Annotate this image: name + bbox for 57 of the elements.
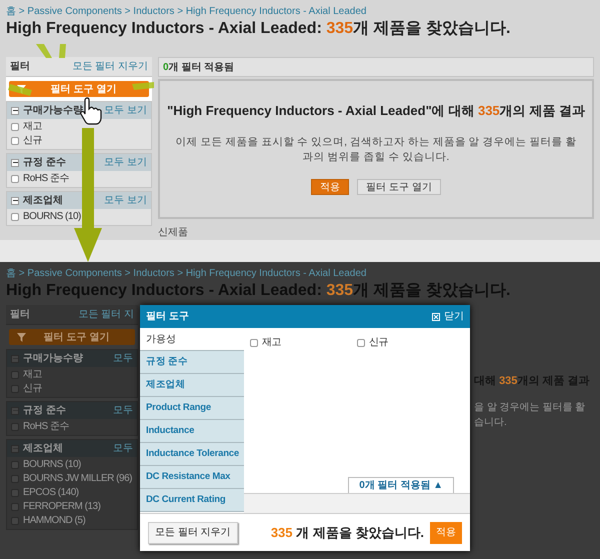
results-text: 과의 범위를 좁힐 수 있습니다. bbox=[302, 150, 450, 164]
option-label: EPCOS (140) bbox=[23, 488, 79, 498]
section-title: 제조업체 bbox=[23, 194, 64, 208]
option-label: 신규 bbox=[23, 384, 42, 394]
apply-button[interactable]: 적용 bbox=[430, 522, 462, 544]
applied-filters-tab[interactable]: 0개 필터 적용됨 ▲ bbox=[348, 477, 454, 493]
section-heading: 신제품 bbox=[158, 226, 189, 240]
results-text: 이제 모든 제품을 표시할 수 있으며, 검색하고자 하는 제품을 알 경우에는 필터를 활 bbox=[176, 134, 576, 150]
option-label: FERROPERM (13) bbox=[23, 502, 100, 512]
results-count: 335 개 제품을 찾았습니다. bbox=[270, 524, 424, 542]
option-label: 재고 bbox=[262, 338, 281, 348]
option-label: 신규 bbox=[369, 338, 388, 348]
apply-button[interactable]: 적용 bbox=[311, 178, 350, 194]
applied-filters-label: 0개 필터 적용됨 bbox=[163, 60, 234, 74]
dialog-title: 필터 도구 bbox=[146, 310, 189, 324]
option-label: 신규 bbox=[23, 136, 42, 146]
section-title: 규정 준수 bbox=[23, 404, 67, 418]
breadcrumb[interactable]: 홈 > Passive Components > Inductors > High Frequency Inductors - Axial Leaded bbox=[6, 266, 594, 281]
sidebar-title: 필터 bbox=[10, 60, 30, 74]
page-title: High Frequency Inductors - Axial Leaded: 335개 제품을 찾았습니다. bbox=[6, 19, 512, 39]
sidebar-title: 필터 bbox=[10, 308, 30, 322]
filter-category-tab[interactable]: 제조업체 bbox=[140, 374, 244, 397]
option-label: BOURNS JW MILLER (96) bbox=[23, 474, 132, 484]
open-filter-tool-button[interactable]: 필터 도구 열기 bbox=[357, 178, 441, 194]
option-label: BOURNS (10) bbox=[23, 212, 81, 222]
clear-all-filters-button[interactable]: 모든 필터 지우기 bbox=[148, 522, 238, 544]
filter-category-tab[interactable]: DC Resistance Max bbox=[140, 466, 244, 489]
close-button[interactable]: 닫기 bbox=[432, 309, 464, 324]
view-all-link[interactable]: 모두 보기 bbox=[104, 103, 147, 118]
filter-category-tab[interactable]: 규정 준수 bbox=[140, 351, 244, 374]
section-title: 규정 준수 bbox=[23, 156, 67, 170]
view-all-link[interactable]: 모두 보기 bbox=[104, 155, 147, 170]
results-text: 습니다. bbox=[474, 416, 508, 430]
view-all-link[interactable]: 모두 bbox=[113, 441, 133, 456]
clear-filters-link[interactable]: 모든 필터 지 bbox=[78, 307, 134, 322]
filter-category-tab[interactable]: Inductance Tolerance bbox=[140, 443, 244, 466]
option-label: HAMMOND (5) bbox=[23, 516, 86, 526]
section-title: 구매가능수량 bbox=[23, 352, 84, 366]
clear-filters-link[interactable]: 모든 필터 지우기 bbox=[72, 59, 148, 74]
option-label: BOURNS (10) bbox=[23, 460, 81, 470]
filter-category-tab[interactable]: DC Current Rating bbox=[140, 489, 244, 512]
option-label: RoHS 준수 bbox=[23, 174, 69, 184]
filter-category-tab[interactable]: Product Range bbox=[140, 397, 244, 420]
section-title: 구매가능수량 bbox=[23, 104, 84, 118]
filter-category-tab[interactable]: 가용성 bbox=[140, 328, 244, 351]
open-filter-tool-button[interactable]: 필터 도구 열기 bbox=[9, 329, 135, 345]
results-heading: "High Frequency Inductors - Axial Leaded"에 대해 335개의 제품 결과 bbox=[167, 102, 585, 120]
filter-category-tab[interactable]: Inductance bbox=[140, 420, 244, 443]
option-label: 재고 bbox=[23, 370, 42, 380]
view-all-link[interactable]: 모두 보기 bbox=[104, 193, 147, 208]
option-label: 재고 bbox=[23, 122, 42, 132]
option-label: RoHS 준수 bbox=[23, 422, 69, 432]
results-text: 을 알 경우에는 필터를 활 bbox=[474, 400, 586, 414]
breadcrumb[interactable]: 홈 > Passive Components > Inductors > High Frequency Inductors - Axial Leaded bbox=[6, 4, 594, 19]
view-all-link[interactable]: 모두 bbox=[113, 403, 133, 418]
section-title: 제조업체 bbox=[23, 442, 64, 456]
view-all-link[interactable]: 모두 bbox=[113, 351, 133, 366]
